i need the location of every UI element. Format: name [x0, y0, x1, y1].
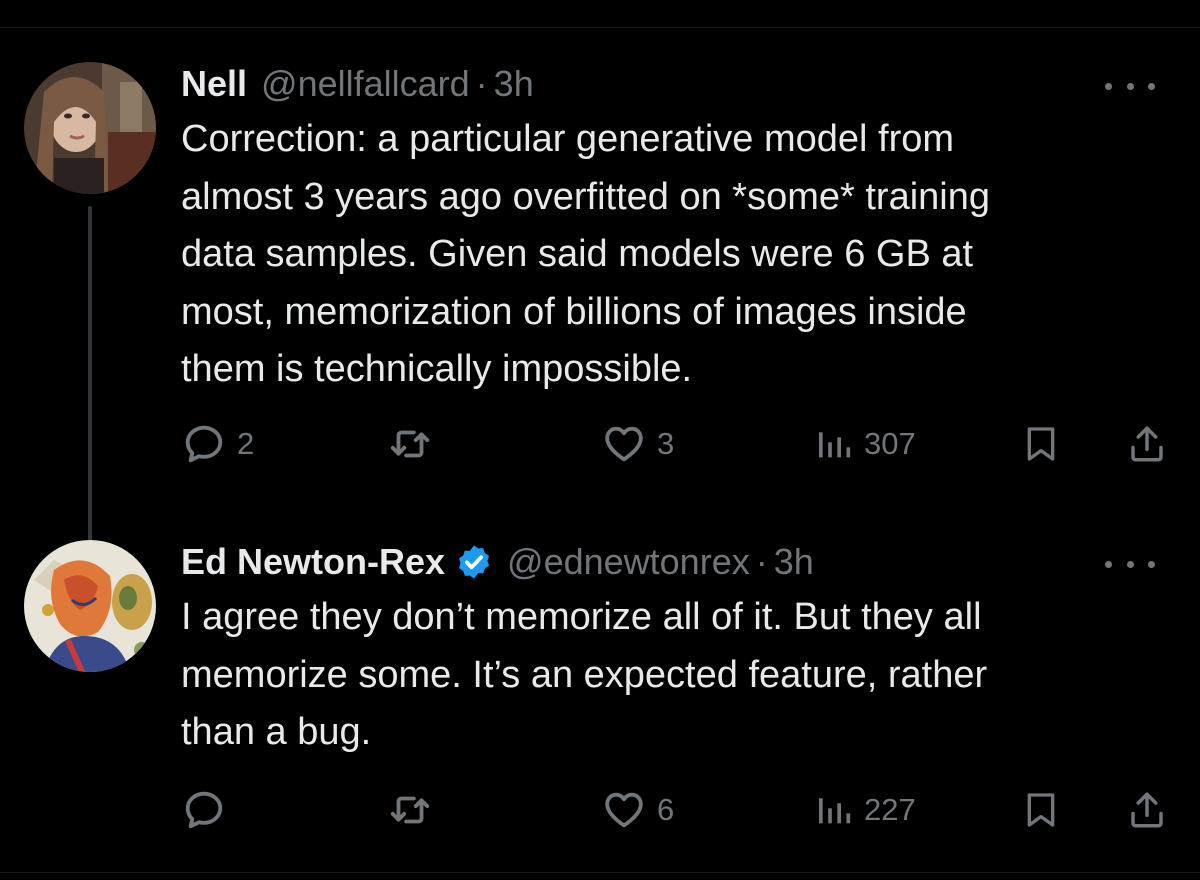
- action-bar: 2 3 307: [181, 416, 1181, 472]
- handle[interactable]: @ednewtonrex: [507, 541, 750, 583]
- dot-icon: [1148, 82, 1155, 90]
- retweet-icon: [390, 796, 430, 824]
- like-button[interactable]: 6: [601, 782, 674, 838]
- share-button[interactable]: [1126, 782, 1168, 838]
- views-icon: [819, 798, 851, 824]
- timestamp[interactable]: 3h: [494, 63, 534, 105]
- timestamp[interactable]: 3h: [774, 541, 814, 583]
- tweet-header: Nell @nellfallcard · 3h: [181, 60, 1171, 108]
- avatar[interactable]: [24, 62, 156, 194]
- separator: ·: [755, 541, 768, 582]
- reply-icon: [185, 425, 223, 463]
- bookmark-button[interactable]: [1021, 416, 1061, 472]
- views-icon: [819, 432, 851, 458]
- views-button[interactable]: 227: [814, 782, 916, 838]
- tweet-header: Ed Newton-Rex @ednewtonrex · 3h: [181, 538, 1171, 586]
- bottom-divider: [0, 872, 1200, 873]
- bookmark-button[interactable]: [1021, 782, 1061, 838]
- reply-icon: [185, 791, 223, 829]
- dot-icon: [1126, 82, 1134, 90]
- like-button[interactable]: 3: [601, 416, 674, 472]
- share-icon: [1131, 792, 1163, 828]
- like-icon: [605, 792, 643, 828]
- share-button[interactable]: [1126, 416, 1168, 472]
- dot-icon: [1126, 560, 1134, 568]
- separator: ·: [475, 63, 488, 104]
- reply-button[interactable]: 2: [181, 416, 254, 472]
- dot-icon: [1105, 560, 1112, 568]
- display-name[interactable]: Ed Newton-Rex: [181, 541, 445, 583]
- views-button[interactable]: 307: [814, 416, 916, 472]
- display-name[interactable]: Nell: [181, 63, 247, 105]
- retweet-button[interactable]: [386, 416, 444, 472]
- top-divider: [0, 27, 1200, 28]
- action-bar: 6 227: [181, 782, 1181, 838]
- like-count: 3: [657, 426, 675, 461]
- handle[interactable]: @nellfallcard: [261, 63, 470, 105]
- bookmark-icon: [1027, 793, 1055, 827]
- views-count: 227: [864, 792, 916, 827]
- verified-badge-icon: [455, 543, 493, 581]
- views-count: 307: [864, 426, 916, 461]
- tweet-text: I agree they don’t memorize all of it. B…: [181, 596, 988, 753]
- retweet-icon: [390, 430, 430, 458]
- avatar[interactable]: [24, 540, 156, 672]
- reply-button[interactable]: [181, 782, 237, 838]
- reply-count: 2: [237, 426, 255, 461]
- more-options-button[interactable]: [1105, 74, 1155, 98]
- tweet-text: Correction: a particular generative mode…: [181, 118, 990, 390]
- retweet-button[interactable]: [386, 782, 444, 838]
- like-count: 6: [657, 792, 675, 827]
- share-icon: [1131, 426, 1163, 462]
- dot-icon: [1105, 82, 1112, 90]
- more-options-button[interactable]: [1105, 552, 1155, 576]
- dot-icon: [1148, 560, 1155, 568]
- bookmark-icon: [1027, 427, 1055, 461]
- thread-line: [88, 206, 92, 586]
- like-icon: [605, 426, 643, 462]
